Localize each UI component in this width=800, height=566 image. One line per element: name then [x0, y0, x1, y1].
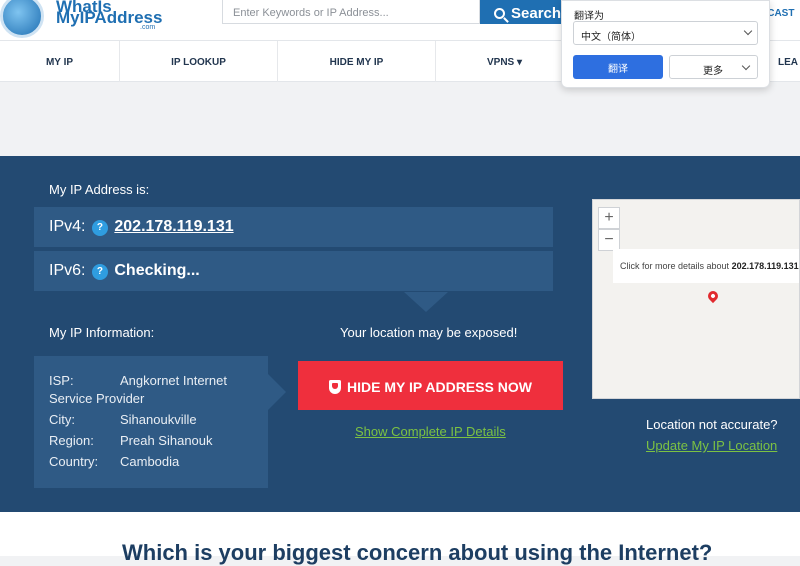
- country-value: Cambodia: [120, 454, 180, 469]
- region-label: Region:: [49, 433, 94, 448]
- ip-info-panel: ISP: Angkornet Internet Service Provider…: [34, 356, 268, 488]
- nav-item-hide-my-ip[interactable]: HIDE MY IP: [278, 41, 436, 82]
- translate-to-label: 翻译为: [574, 11, 604, 22]
- zoom-in-button[interactable]: +: [598, 207, 620, 229]
- nav-item-vpns[interactable]: VPNS ▾: [436, 41, 574, 82]
- my-ip-label: My IP Address is:: [49, 182, 150, 197]
- city-value: Sihanoukville: [120, 412, 197, 427]
- ipv4-row: IPv4: ? 202.178.119.131: [34, 207, 553, 247]
- map-popup-text: Click for more details about: [620, 261, 730, 271]
- survey-heading: Which is your biggest concern about usin…: [122, 540, 713, 565]
- nav-item-ip-lookup[interactable]: IP LOOKUP: [120, 41, 278, 82]
- info-panel-pointer: [268, 374, 286, 410]
- translate-popup: 翻译为 中文（简体） 翻译 更多: [561, 0, 770, 88]
- language-select[interactable]: 中文（简体）: [573, 21, 758, 45]
- isp-value-cont: Service Provider: [49, 391, 145, 406]
- search-icon: [494, 7, 505, 19]
- globe-logo-icon: [0, 0, 44, 38]
- chevron-down-icon: [743, 26, 753, 36]
- help-icon[interactable]: ?: [91, 264, 108, 280]
- hide-button-label: HIDE MY IP ADDRESS NOW: [347, 378, 532, 395]
- site-logo[interactable]: WhatIs MyIPAddress .com: [0, 0, 170, 38]
- nav-item-learn[interactable]: LEA: [770, 41, 800, 82]
- search-button[interactable]: Search: [480, 0, 570, 24]
- ipv6-row: IPv6: ? Checking...: [34, 251, 553, 291]
- isp-label: ISP:: [49, 373, 74, 388]
- location-inaccurate-text: Location not accurate?: [646, 417, 778, 432]
- language-select-value: 中文（简体）: [581, 32, 641, 43]
- exposed-warning: Your location may be exposed!: [340, 325, 518, 340]
- ipv6-label: IPv6:: [49, 262, 86, 279]
- isp-value: Angkornet Internet: [120, 373, 227, 388]
- search-input[interactable]: Enter Keywords or IP Address...: [222, 0, 480, 24]
- logo-domain: .com: [140, 24, 156, 31]
- more-options-button[interactable]: 更多: [669, 55, 758, 79]
- ip-info-label: My IP Information:: [49, 325, 155, 340]
- nav-item-my-ip[interactable]: MY IP: [0, 41, 120, 82]
- help-icon[interactable]: ?: [91, 220, 108, 236]
- city-label: City:: [49, 412, 75, 427]
- zoom-out-button[interactable]: −: [598, 229, 620, 251]
- map-popup[interactable]: Click for more details about 202.178.119…: [613, 249, 799, 283]
- show-details-link[interactable]: Show Complete IP Details: [355, 424, 506, 439]
- ipv4-value[interactable]: 202.178.119.131: [114, 218, 233, 235]
- chevron-down-icon: [741, 61, 751, 71]
- update-location-link[interactable]: Update My IP Location: [646, 438, 777, 453]
- search-button-label: Search: [511, 4, 562, 22]
- map-popup-ip: 202.178.119.131: [731, 261, 799, 271]
- translate-button[interactable]: 翻译: [573, 55, 663, 79]
- map-pin-icon[interactable]: [705, 288, 721, 304]
- location-map[interactable]: + − Click for more details about 202.178…: [592, 199, 800, 399]
- country-label: Country:: [49, 454, 99, 469]
- panel-pointer: [404, 292, 448, 312]
- ipv4-label: IPv4:: [49, 218, 86, 235]
- more-options-label: 更多: [703, 66, 723, 77]
- shield-icon: [329, 379, 342, 394]
- region-value: Preah Sihanouk: [120, 433, 213, 448]
- hide-my-ip-button[interactable]: HIDE MY IP ADDRESS NOW: [298, 361, 563, 410]
- ipv6-value: Checking...: [114, 262, 200, 279]
